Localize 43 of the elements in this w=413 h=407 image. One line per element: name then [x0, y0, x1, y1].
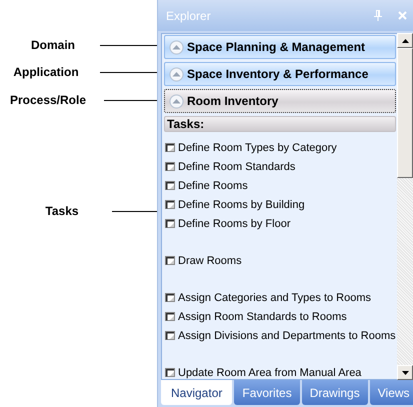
leader-line [112, 210, 157, 212]
window-title: Explorer [166, 8, 212, 22]
task-icon [165, 256, 175, 265]
scrollbar[interactable] [397, 33, 413, 380]
task-icon [165, 368, 175, 377]
task-link[interactable]: Define Room Standards [165, 157, 397, 176]
scroll-thumb[interactable] [397, 48, 413, 178]
task-icon [165, 200, 175, 209]
callout-label: Application [12, 65, 80, 79]
task-icon [165, 331, 175, 340]
close-icon[interactable] [398, 11, 407, 20]
task-link[interactable]: Define Room Types by Category [165, 138, 397, 157]
section-header[interactable]: Space Inventory & Performance [164, 62, 396, 86]
callout-label: Domain [30, 38, 76, 52]
task-link[interactable]: Define Rooms by Floor [165, 214, 397, 233]
task-link[interactable]: Define Rooms [165, 176, 397, 195]
task-link[interactable]: Assign Categories and Types to Rooms [165, 288, 397, 307]
task-icon [165, 293, 175, 302]
tab[interactable]: Navigator [161, 380, 232, 405]
tasks-header: Tasks: [164, 116, 396, 132]
task-link[interactable]: Draw Rooms [165, 251, 397, 270]
scroll-up-button[interactable] [397, 33, 413, 48]
task-icon [165, 181, 175, 190]
leader-line [100, 44, 157, 46]
task-link[interactable]: Assign Divisions and Departments to Rooms [165, 326, 397, 345]
down-arrow-icon [402, 370, 408, 374]
callout-label: Process/Role [8, 93, 88, 107]
scroll-down-button[interactable] [397, 365, 413, 380]
task-link[interactable]: Assign Room Standards to Rooms [165, 307, 397, 326]
section-header[interactable]: Room Inventory [164, 89, 396, 113]
task-icon [165, 143, 175, 152]
collapse-icon[interactable] [169, 66, 184, 82]
pin-icon[interactable] [374, 10, 382, 21]
up-arrow-icon [402, 38, 408, 42]
callout-label: Tasks [44, 204, 80, 218]
task-icon [165, 312, 175, 321]
collapse-icon[interactable] [169, 40, 184, 54]
task-link[interactable]: Define Rooms by Building [165, 195, 397, 214]
section-header[interactable]: Space Planning & Management [164, 35, 396, 59]
task-icon [165, 162, 175, 171]
collapse-icon[interactable] [169, 94, 184, 108]
task-icon [165, 219, 175, 228]
task-link[interactable]: Update Room Area from Manual Area [165, 363, 397, 379]
